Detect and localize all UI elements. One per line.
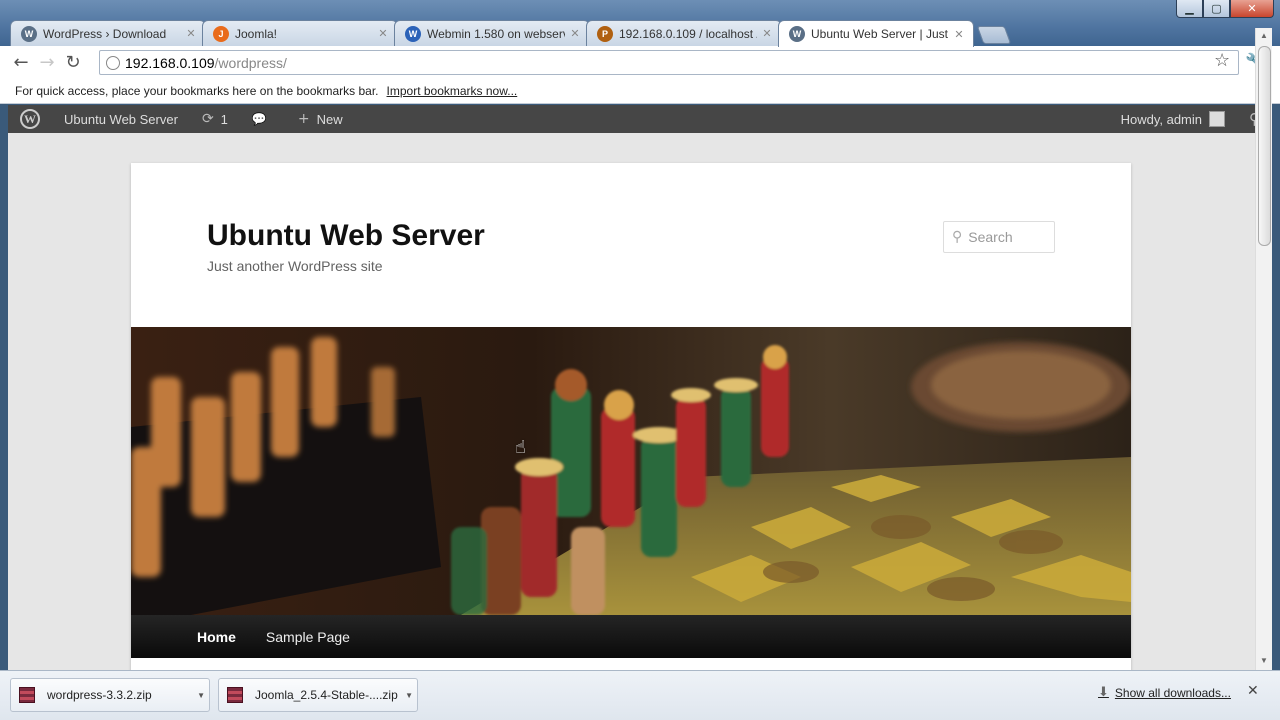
tab-phpmyadmin[interactable]: P 192.168.0.109 / localhost / v ✕ bbox=[586, 20, 782, 46]
browser-toolbar: ← → ↻ 192.168.0.109/wordpress/ ☆ 🔧 bbox=[0, 46, 1280, 78]
nav-item-sample-page[interactable]: Sample Page bbox=[266, 629, 350, 645]
phpmyadmin-favicon-icon: P bbox=[597, 25, 613, 42]
minimize-button[interactable]: ▁ bbox=[1176, 0, 1203, 18]
search-icon: ⚲ bbox=[952, 229, 963, 245]
forward-button[interactable]: → bbox=[34, 49, 60, 75]
chess-pieces-photo bbox=[131, 327, 1131, 615]
wp-logo-menu[interactable]: W bbox=[8, 105, 52, 133]
chevron-down-icon[interactable]: ▼ bbox=[405, 691, 413, 700]
site-description: Just another WordPress site bbox=[207, 258, 383, 274]
tab-label: WordPress › Download bbox=[43, 26, 167, 41]
show-all-downloads-link[interactable]: ⬇ Show all downloads... bbox=[1098, 685, 1231, 700]
tab-label: 192.168.0.109 / localhost / v bbox=[619, 26, 757, 41]
wordpress-favicon-icon: W bbox=[789, 26, 805, 42]
show-all-label: Show all downloads... bbox=[1114, 685, 1231, 700]
back-button[interactable]: ← bbox=[8, 49, 34, 75]
tab-label: Webmin 1.580 on webserve bbox=[427, 26, 565, 41]
page-viewport: W Ubuntu Web Server ⟳ 1 💬 + New Howdy, a… bbox=[8, 105, 1272, 670]
bookmarks-bar: For quick access, place your bookmarks h… bbox=[0, 78, 1280, 104]
header-banner-image bbox=[131, 327, 1131, 615]
tab-close-icon[interactable]: ✕ bbox=[569, 27, 581, 40]
tab-close-icon[interactable]: ✕ bbox=[761, 27, 773, 40]
updates-menu[interactable]: ⟳ 1 bbox=[190, 105, 240, 133]
tab-strip: W WordPress › Download ✕ J Joomla! ✕ W W… bbox=[10, 20, 1012, 47]
close-shelf-button[interactable]: ✕ bbox=[1247, 683, 1259, 699]
tab-joomla[interactable]: J Joomla! ✕ bbox=[202, 20, 398, 46]
updates-count: 1 bbox=[220, 111, 228, 127]
zip-archive-icon bbox=[227, 687, 243, 703]
search-placeholder: Search bbox=[968, 229, 1013, 245]
webmin-favicon-icon: W bbox=[405, 25, 421, 42]
address-bar[interactable]: 192.168.0.109/wordpress/ bbox=[99, 50, 1239, 75]
howdy-label: Howdy, admin bbox=[1120, 111, 1202, 127]
title-bar: W WordPress › Download ✕ J Joomla! ✕ W W… bbox=[0, 0, 1280, 47]
site-name-menu[interactable]: Ubuntu Web Server bbox=[52, 105, 190, 133]
scroll-down-icon[interactable]: ▼ bbox=[1260, 656, 1268, 665]
reload-button[interactable]: ↻ bbox=[60, 49, 86, 75]
wordpress-logo-icon: W bbox=[20, 109, 40, 129]
scrollbar-thumb[interactable] bbox=[1258, 46, 1271, 246]
import-bookmarks-link[interactable]: Import bookmarks now... bbox=[387, 84, 518, 98]
new-tab-button[interactable] bbox=[976, 26, 1012, 44]
new-content-menu[interactable]: + New bbox=[286, 105, 355, 133]
download-item-joomla[interactable]: Joomla_2.5.4-Stable-....zip ▼ bbox=[218, 678, 418, 712]
tab-close-icon[interactable]: ✕ bbox=[953, 28, 965, 41]
tab-webmin[interactable]: W Webmin 1.580 on webserve ✕ bbox=[394, 20, 590, 46]
url-path: /wordpress/ bbox=[214, 54, 287, 71]
hand-cursor-icon: ☝ bbox=[515, 437, 526, 458]
search-input[interactable]: ⚲ Search bbox=[943, 221, 1055, 253]
bookmark-star-icon[interactable]: ☆ bbox=[1214, 50, 1230, 71]
tab-wordpress-download[interactable]: W WordPress › Download ✕ bbox=[10, 20, 206, 46]
scroll-up-icon[interactable]: ▲ bbox=[1260, 31, 1268, 40]
site-name-label: Ubuntu Web Server bbox=[64, 111, 178, 127]
site-page: Ubuntu Web Server Just another WordPress… bbox=[131, 163, 1131, 670]
close-window-button[interactable]: ✕ bbox=[1230, 0, 1274, 18]
joomla-favicon-icon: J bbox=[213, 25, 229, 42]
download-arrow-icon: ⬇ bbox=[1098, 685, 1109, 700]
comment-bubble-icon: 💬 bbox=[251, 112, 267, 126]
tab-label: Joomla! bbox=[235, 26, 278, 41]
main-navigation: Home Sample Page bbox=[131, 615, 1131, 658]
updates-icon: ⟳ bbox=[201, 111, 214, 127]
tab-ubuntu-web-server[interactable]: W Ubuntu Web Server | Just ar ✕ bbox=[778, 20, 974, 47]
window-controls: ▁ ▢ ✕ bbox=[1176, 0, 1274, 18]
vertical-scrollbar[interactable]: ▲ ▼ bbox=[1255, 28, 1272, 670]
plus-icon: + bbox=[297, 111, 310, 127]
zip-archive-icon bbox=[19, 687, 35, 703]
wp-admin-bar: W Ubuntu Web Server ⟳ 1 💬 + New Howdy, a… bbox=[8, 105, 1272, 133]
tab-close-icon[interactable]: ✕ bbox=[185, 27, 197, 40]
globe-icon bbox=[106, 55, 120, 70]
bookmarks-hint: For quick access, place your bookmarks h… bbox=[15, 83, 379, 98]
url-host: 192.168.0.109 bbox=[125, 54, 215, 71]
new-label: New bbox=[316, 111, 343, 127]
wordpress-favicon-icon: W bbox=[21, 25, 37, 42]
download-filename: wordpress-3.3.2.zip bbox=[47, 688, 152, 702]
maximize-button[interactable]: ▢ bbox=[1203, 0, 1230, 18]
tab-close-icon[interactable]: ✕ bbox=[377, 27, 389, 40]
site-title[interactable]: Ubuntu Web Server bbox=[207, 219, 485, 253]
my-account-menu[interactable]: Howdy, admin bbox=[1109, 105, 1237, 133]
download-shelf: wordpress-3.3.2.zip ▼ Joomla_2.5.4-Stabl… bbox=[0, 670, 1280, 720]
download-item-wordpress[interactable]: wordpress-3.3.2.zip ▼ bbox=[10, 678, 210, 712]
tab-label: Ubuntu Web Server | Just ar bbox=[811, 27, 949, 41]
comments-menu[interactable]: 💬 bbox=[240, 105, 286, 133]
nav-item-home[interactable]: Home bbox=[197, 629, 236, 645]
chevron-down-icon[interactable]: ▼ bbox=[197, 691, 205, 700]
download-filename: Joomla_2.5.4-Stable-....zip bbox=[255, 688, 398, 702]
avatar bbox=[1209, 111, 1225, 127]
